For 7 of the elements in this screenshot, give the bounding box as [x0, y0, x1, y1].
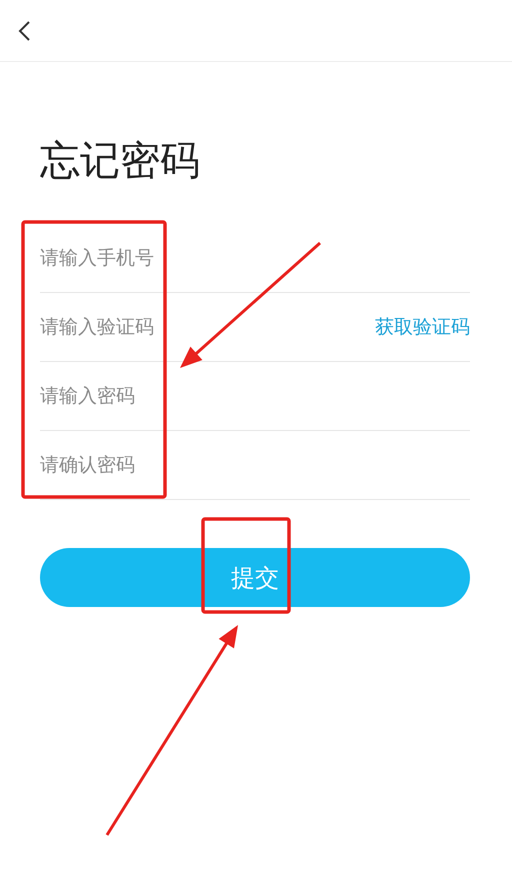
submit-button[interactable]: 提交	[40, 548, 470, 607]
input-field[interactable]: 请输入手机号	[40, 247, 470, 269]
input-field[interactable]: 请输入密码	[40, 385, 470, 407]
input-field[interactable]: 请输入验证码	[40, 316, 375, 338]
get-code-link[interactable]: 获取验证码	[375, 314, 470, 340]
page-title: 忘记密码	[40, 137, 201, 186]
input-field[interactable]: 请确认密码	[40, 454, 470, 476]
